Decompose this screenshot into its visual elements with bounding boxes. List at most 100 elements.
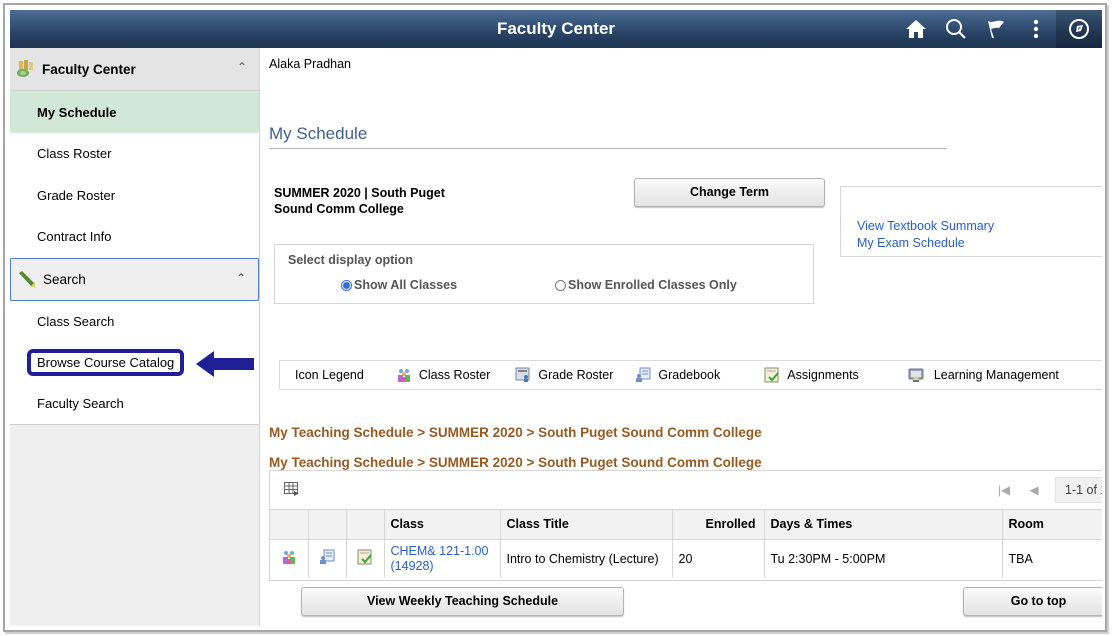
radio-label: Show Enrolled Classes Only — [568, 278, 737, 292]
sidebar-group-search[interactable]: Search ⌃ — [10, 257, 259, 301]
class-roster-icon — [397, 369, 410, 382]
sidebar-item-my-schedule[interactable]: My Schedule — [10, 91, 259, 133]
legend-item-label: Gradebook — [658, 368, 721, 382]
legend-item-assignments: Assignments — [764, 367, 859, 383]
highlight-annotation: Browse Course Catalog — [27, 349, 185, 377]
first-page-icon[interactable]: |◀ — [989, 483, 1019, 497]
gradebook-icon — [636, 367, 651, 382]
faculty-center-page: Faculty Center Faculty Center ⌃ My Sched… — [10, 10, 1102, 626]
pager-count: 1-1 of 1 — [1055, 477, 1102, 503]
show-all-classes-radio[interactable]: Show All Classes — [341, 278, 457, 292]
my-exam-schedule-link[interactable]: My Exam Schedule — [857, 235, 1102, 252]
home-icon — [906, 20, 926, 38]
icon-legend: Icon Legend Class Roster Grade Roster Gr… — [279, 360, 1102, 390]
grade-roster-icon — [515, 367, 530, 382]
teaching-schedule-grid: |◀ ◀ 1-1 of 1 Class Class Title Enrolled… — [269, 470, 1102, 581]
enrolled-cell: 20 — [672, 539, 765, 578]
schedule-table: Class Class Title Enrolled Days & Times … — [270, 510, 1102, 578]
column-header-enrolled: Enrolled — [672, 510, 765, 540]
search-button[interactable] — [936, 10, 976, 48]
class-code: CHEM& 121-1.00 — [390, 543, 489, 558]
gradebook-icon[interactable] — [319, 549, 335, 565]
previous-page-icon[interactable]: ◀ — [1019, 483, 1049, 497]
column-header-assignments — [346, 510, 385, 540]
breadcrumb-teaching-schedule-grid: My Teaching Schedule > SUMMER 2020 > Sou… — [269, 455, 762, 470]
class-number: (14928) — [390, 558, 434, 573]
more-vertical-icon — [1033, 19, 1039, 39]
view-all-icon[interactable] — [284, 482, 300, 497]
navbar-compass-icon — [1069, 19, 1089, 39]
class-cell: CHEM& 121-1.00 (14928) — [384, 539, 501, 578]
change-term-button[interactable]: Change Term — [634, 178, 825, 207]
icon-legend-label: Icon Legend — [295, 368, 364, 382]
sidebar-group-title: Search — [43, 271, 86, 287]
radio-checked-icon[interactable] — [341, 279, 352, 291]
show-enrolled-classes-radio[interactable]: Show Enrolled Classes Only — [555, 278, 737, 292]
go-to-top-button[interactable]: Go to top — [963, 587, 1102, 616]
column-header-class-title: Class Title — [500, 510, 673, 540]
search-icon — [946, 19, 966, 39]
assignments-cell[interactable] — [346, 539, 385, 578]
sidebar-item-label: Browse Course Catalog — [37, 355, 175, 371]
sidebar-group-faculty-center[interactable]: Faculty Center ⌃ — [10, 48, 259, 91]
legend-item-learning-management: Learning Management — [908, 367, 1059, 383]
grid-toolbar: |◀ ◀ 1-1 of 1 — [270, 471, 1102, 510]
view-weekly-teaching-schedule-button[interactable]: View Weekly Teaching Schedule — [301, 587, 624, 616]
radio-label: Show All Classes — [354, 278, 458, 292]
grid-pager: |◀ ◀ 1-1 of 1 — [989, 477, 1102, 503]
faculty-center-icon — [17, 60, 33, 77]
main-content: Alaka Pradhan My Schedule SUMMER 2020 | … — [261, 48, 1102, 626]
legend-item-gradebook: Gradebook — [635, 367, 720, 383]
assignments-icon[interactable] — [357, 549, 373, 565]
term-info: SUMMER 2020 | South Puget Sound Comm Col… — [274, 186, 445, 216]
room-cell: TBA — [1008, 551, 1033, 566]
column-header-class: Class — [384, 510, 501, 540]
display-option-group: Select display option Show All Classes S… — [274, 244, 814, 304]
legend-item-label: Assignments — [787, 368, 859, 382]
days-times-cell: Tu 2:30PM - 5:00PM — [764, 539, 1003, 578]
table-row: CHEM& 121-1.00 (14928) Intro to Chemistr… — [270, 539, 1102, 578]
learning-management-icon — [908, 368, 924, 382]
banner-icons — [896, 10, 1102, 48]
actions-menu-button[interactable] — [1016, 10, 1056, 48]
legend-item-class-roster: Class Roster — [396, 367, 491, 383]
user-name: Alaka Pradhan — [269, 57, 352, 71]
column-header-room: Room — [1002, 510, 1102, 540]
banner: Faculty Center — [10, 10, 1102, 48]
sidebar-item-class-search[interactable]: Class Search — [10, 300, 259, 342]
flag-icon — [988, 20, 1004, 38]
legend-item-label: Class Roster — [418, 368, 491, 382]
legend-item-grade-roster: Grade Roster — [515, 367, 613, 383]
column-header-class-roster — [270, 510, 309, 540]
assignments-icon — [764, 367, 780, 383]
sidebar-item-contract-info[interactable]: Contract Info — [10, 216, 259, 258]
navbar-button[interactable] — [1056, 10, 1102, 48]
breadcrumb-teaching-schedule: My Teaching Schedule > SUMMER 2020 > Sou… — [269, 425, 762, 440]
column-header-days-times: Days & Times — [764, 510, 1003, 540]
related-links-box: View Textbook Summary My Exam Schedule — [840, 186, 1102, 257]
sidebar-item-class-roster[interactable]: Class Roster — [10, 133, 259, 175]
arrow-annotation-icon — [196, 351, 254, 377]
class-roster-icon[interactable] — [281, 549, 297, 565]
search-wand-icon — [19, 271, 36, 288]
display-option-label: Select display option — [288, 253, 414, 267]
sidebar-item-faculty-search[interactable]: Faculty Search — [10, 383, 259, 425]
class-roster-cell[interactable] — [270, 539, 309, 578]
legend-item-label: Learning Management — [933, 368, 1059, 382]
table-header-row: Class Class Title Enrolled Days & Times … — [270, 510, 1102, 540]
radio-unchecked-icon[interactable] — [555, 279, 566, 291]
sidebar-item-grade-roster[interactable]: Grade Roster — [10, 174, 259, 216]
sidebar: Faculty Center ⌃ My Schedule Class Roste… — [10, 48, 260, 626]
home-button[interactable] — [896, 10, 936, 48]
column-header-gradebook — [308, 510, 347, 540]
page-title: My Schedule — [269, 124, 947, 149]
legend-item-label: Grade Roster — [538, 368, 614, 382]
notifications-button[interactable] — [976, 10, 1016, 48]
view-textbook-summary-link[interactable]: View Textbook Summary — [857, 218, 1102, 235]
gradebook-cell[interactable] — [308, 539, 347, 578]
chevron-up-icon[interactable]: ⌃ — [236, 271, 246, 285]
chevron-up-icon[interactable]: ⌃ — [237, 60, 247, 74]
class-link[interactable]: CHEM& 121-1.00 (14928) — [391, 544, 489, 574]
sidebar-group-title: Faculty Center — [42, 61, 136, 77]
window-frame: Faculty Center Faculty Center ⌃ My Sched… — [3, 3, 1107, 632]
